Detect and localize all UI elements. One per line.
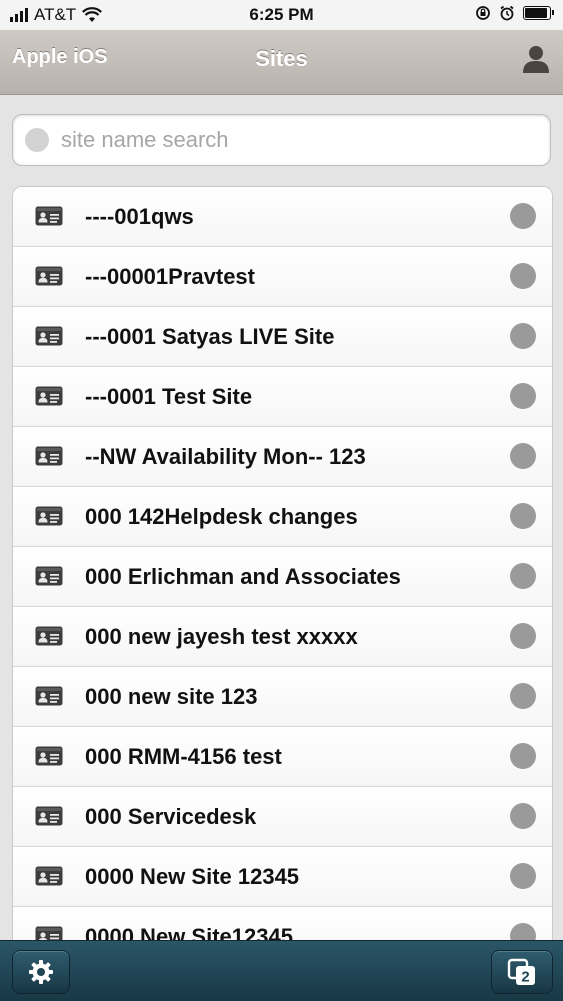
search-input[interactable]	[59, 126, 533, 154]
orientation-lock-icon	[476, 6, 490, 20]
site-name: ----001qws	[85, 204, 194, 229]
site-row[interactable]: 000 RMM-4156 test	[13, 727, 552, 787]
status-dot	[510, 503, 536, 529]
site-row[interactable]: 000 Servicedesk	[13, 787, 552, 847]
site-row[interactable]: 000 Erlichman and Associates	[13, 547, 552, 607]
site-name: 000 142Helpdesk changes	[85, 504, 358, 529]
status-dot	[510, 203, 536, 229]
battery-icon	[523, 6, 554, 20]
settings-button[interactable]	[12, 950, 70, 994]
status-dot	[510, 683, 536, 709]
site-card-icon	[35, 746, 63, 766]
site-card-icon	[35, 386, 63, 406]
site-card-icon	[35, 566, 63, 586]
site-row[interactable]: 0000 New Site12345	[13, 907, 552, 941]
site-card-icon	[35, 626, 63, 646]
site-card-icon	[35, 686, 63, 706]
search-bar	[12, 114, 551, 166]
site-row[interactable]: 0000 New Site 12345	[13, 847, 552, 907]
windows-icon: 2	[507, 958, 535, 986]
gear-icon	[29, 960, 53, 984]
status-dot	[510, 803, 536, 829]
site-row[interactable]: ---0001 Satyas LIVE Site	[13, 307, 552, 367]
site-row[interactable]: 000 new site 123	[13, 667, 552, 727]
status-dot	[510, 263, 536, 289]
site-card-icon	[35, 866, 63, 886]
status-bar: AT&T 6:25 PM	[0, 0, 563, 30]
windows-button[interactable]: 2	[491, 950, 553, 994]
site-row[interactable]: 000 new jayesh test xxxxx	[13, 607, 552, 667]
site-name: --NW Availability Mon-- 123	[85, 444, 366, 469]
site-row[interactable]: ---00001Pravtest	[13, 247, 552, 307]
site-card-icon	[35, 806, 63, 826]
site-card-icon	[35, 266, 63, 286]
search-icon	[25, 128, 49, 152]
site-name: 000 Erlichman and Associates	[85, 564, 401, 589]
site-name: ---0001 Test Site	[85, 384, 253, 409]
site-name: 0000 New Site 12345	[85, 864, 300, 889]
site-name: 000 Servicedesk	[85, 804, 257, 829]
site-name: 000 new jayesh test xxxxx	[85, 624, 358, 649]
site-list: ----001qws ---00001Pravtest ---0001 Satyas…	[12, 186, 553, 942]
nav-bar: Apple iOS Sites	[0, 30, 563, 95]
alarm-icon	[500, 5, 514, 21]
status-dot	[510, 323, 536, 349]
site-row[interactable]: 000 142Helpdesk changes	[13, 487, 552, 547]
site-name: ---0001 Satyas LIVE Site	[85, 324, 335, 349]
site-card-icon	[35, 506, 63, 526]
status-dot	[510, 623, 536, 649]
site-row[interactable]: ----001qws	[13, 187, 552, 247]
status-dot	[510, 743, 536, 769]
status-dot	[510, 383, 536, 409]
bottom-toolbar: 2	[0, 940, 563, 1001]
status-dot	[510, 563, 536, 589]
status-dot	[510, 443, 536, 469]
site-name: 000 RMM-4156 test	[85, 744, 282, 769]
site-card-icon	[35, 326, 63, 346]
status-dot	[510, 863, 536, 889]
site-name: 000 new site 123	[85, 684, 258, 709]
user-icon[interactable]	[519, 42, 553, 76]
site-row[interactable]: ---0001 Test Site	[13, 367, 552, 427]
windows-count: 2	[521, 969, 529, 986]
page-title: Sites	[255, 46, 308, 71]
site-name: ---00001Pravtest	[85, 264, 255, 289]
site-row[interactable]: --NW Availability Mon-- 123	[13, 427, 552, 487]
content-area: ----001qws ---00001Pravtest ---0001 Satyas…	[0, 95, 563, 942]
site-card-icon	[35, 446, 63, 466]
status-right	[475, 5, 554, 21]
site-card-icon	[35, 206, 63, 226]
